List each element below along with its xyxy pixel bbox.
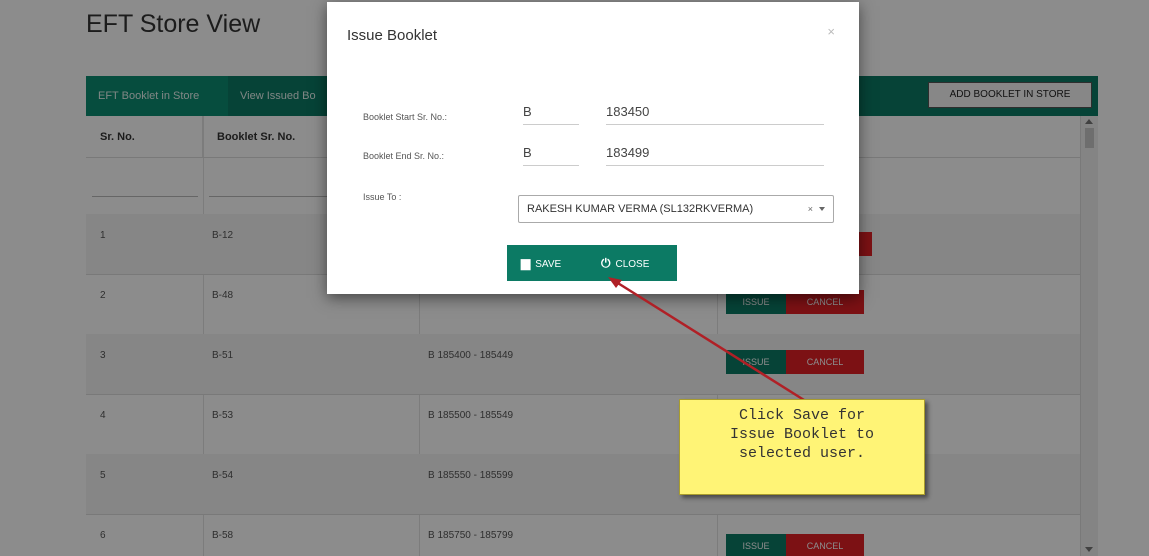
callout-line-3: selected user. bbox=[738, 445, 866, 462]
callout-line-1: Click Save for bbox=[738, 407, 866, 424]
callout-line-2: Issue Booklet to bbox=[729, 426, 875, 443]
callout-arrow bbox=[608, 277, 805, 402]
instruction-callout: Click Save for Issue Booklet to selected… bbox=[679, 399, 925, 495]
